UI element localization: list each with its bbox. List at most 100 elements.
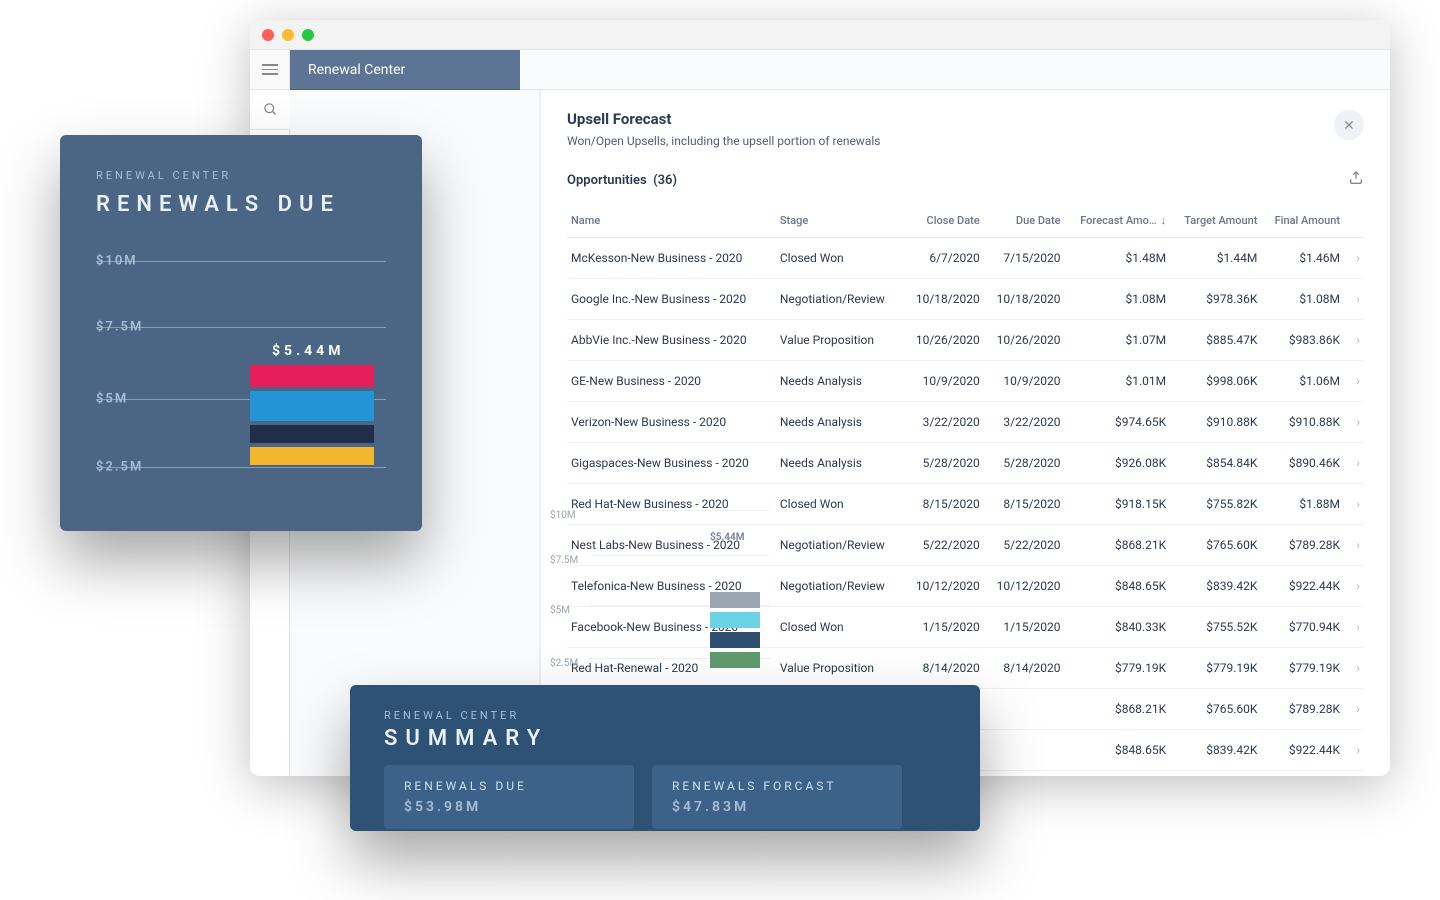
summary-card: RENEWAL CENTER SUMMARY RENEWALS DUE $53.… — [350, 685, 980, 831]
close-window-icon[interactable] — [262, 29, 274, 41]
cell-stage: Closed Won — [776, 607, 903, 648]
table-row[interactable]: GE-New Business - 2020Needs Analysis10/9… — [567, 361, 1364, 402]
rd-tick-5m: $5M — [96, 392, 128, 407]
cell-forecast: $1.08M — [1065, 279, 1171, 320]
search-button[interactable] — [250, 90, 290, 130]
row-expand-button[interactable]: › — [1344, 689, 1364, 730]
cell-due-date — [984, 730, 1065, 771]
cell-forecast: $926.08K — [1065, 443, 1171, 484]
cell-stage: Negotiation/Review — [776, 279, 903, 320]
cell-close-date: 5/22/2020 — [903, 525, 984, 566]
opportunities-header: Opportunities (36) — [567, 173, 677, 188]
cell-close-date: 8/14/2020 — [903, 648, 984, 689]
mini-tick-10m: $10M — [550, 510, 576, 521]
summary-eyebrow: RENEWAL CENTER — [384, 709, 946, 722]
row-expand-button[interactable]: › — [1344, 443, 1364, 484]
row-expand-button[interactable]: › — [1344, 730, 1364, 771]
sort-desc-icon: ↓ — [1161, 214, 1167, 227]
row-expand-button[interactable]: › — [1344, 607, 1364, 648]
cell-stage: Negotiation/Review — [776, 566, 903, 607]
row-expand-button[interactable]: › — [1344, 320, 1364, 361]
mini-tick-5m: $5M — [550, 605, 570, 616]
cell-due-date: 8/15/2020 — [984, 484, 1065, 525]
page-title: Renewal Center — [290, 50, 520, 90]
cell-forecast: $868.21K — [1065, 525, 1171, 566]
table-row[interactable]: Verizon-New Business - 2020Needs Analysi… — [567, 402, 1364, 443]
cell-due-date: 10/26/2020 — [984, 320, 1065, 361]
maximize-window-icon[interactable] — [302, 29, 314, 41]
col-due-date[interactable]: Due Date — [984, 204, 1065, 238]
table-row[interactable]: McKesson-New Business - 2020Closed Won6/… — [567, 238, 1364, 279]
row-expand-button[interactable]: › — [1344, 484, 1364, 525]
cell-target: $854.84K — [1170, 443, 1261, 484]
row-expand-button[interactable]: › — [1344, 238, 1364, 279]
toolbar-spacer — [520, 50, 1390, 90]
row-expand-button[interactable]: › — [1344, 648, 1364, 689]
cell-name: Google Inc.-New Business - 2020 — [567, 279, 776, 320]
cell-due-date: 1/15/2020 — [984, 607, 1065, 648]
cell-final: $922.44K — [1261, 730, 1344, 771]
cell-due-date: 10/9/2020 — [984, 361, 1065, 402]
summary-box-1-value: $53.98M — [404, 799, 614, 815]
rd-bar-segment — [250, 365, 374, 387]
cell-name: Verizon-New Business - 2020 — [567, 402, 776, 443]
cell-close-date: 10/9/2020 — [903, 361, 984, 402]
panel-title: Upsell Forecast — [567, 110, 880, 128]
col-target-amount[interactable]: Target Amount — [1170, 204, 1261, 238]
cell-final: $910.88K — [1261, 402, 1344, 443]
table-row[interactable]: AbbVie Inc.-New Business - 2020Value Pro… — [567, 320, 1364, 361]
row-expand-button[interactable]: › — [1344, 525, 1364, 566]
summary-box-renewals-forecast[interactable]: RENEWALS FORCAST $47.83M — [652, 765, 902, 829]
table-row[interactable]: Google Inc.-New Business - 2020Negotiati… — [567, 279, 1364, 320]
mini-bar-segment — [710, 632, 760, 648]
cell-target: $998.06K — [1170, 361, 1261, 402]
cell-due-date: 8/14/2020 — [984, 648, 1065, 689]
col-stage[interactable]: Stage — [776, 204, 903, 238]
table-header-row: Name Stage Close Date Due Date Forecast … — [567, 204, 1364, 238]
cell-target: $755.82K — [1170, 484, 1261, 525]
row-expand-button[interactable]: › — [1344, 402, 1364, 443]
cell-target: $765.60K — [1170, 689, 1261, 730]
minimize-window-icon[interactable] — [282, 29, 294, 41]
cell-due-date: 10/12/2020 — [984, 566, 1065, 607]
cell-stage: Needs Analysis — [776, 443, 903, 484]
cell-target: $779.19K — [1170, 648, 1261, 689]
row-expand-button[interactable]: › — [1344, 279, 1364, 320]
row-expand-button[interactable]: › — [1344, 566, 1364, 607]
rd-tick-10m: $10M — [96, 254, 138, 269]
cell-final: $1.88M — [1261, 484, 1344, 525]
cell-stage: Value Proposition — [776, 648, 903, 689]
menu-button[interactable] — [250, 50, 290, 90]
cell-due-date: 3/22/2020 — [984, 402, 1065, 443]
cell-target: $910.88K — [1170, 402, 1261, 443]
rd-bar-segment — [250, 391, 374, 421]
col-close-date[interactable]: Close Date — [903, 204, 984, 238]
cell-stage: Value Proposition — [776, 320, 903, 361]
hamburger-icon — [262, 64, 278, 75]
col-name[interactable]: Name — [567, 204, 776, 238]
cell-stage: Closed Won — [776, 484, 903, 525]
cell-stage: Needs Analysis — [776, 361, 903, 402]
close-panel-button[interactable] — [1334, 110, 1364, 140]
cell-final: $779.19K — [1261, 648, 1344, 689]
cell-final: $789.28K — [1261, 525, 1344, 566]
export-button[interactable] — [1348, 170, 1364, 190]
mini-renewals-chart: $5.44M $10M $7.5M $5M $2.5M — [550, 490, 770, 685]
mini-tick-7-5m: $7.5M — [550, 555, 578, 566]
renewals-due-card: RENEWAL CENTER RENEWALS DUE $10M $7.5M $… — [60, 135, 422, 531]
mac-titlebar — [250, 20, 1390, 50]
row-expand-button[interactable]: › — [1344, 361, 1364, 402]
col-final-amount[interactable]: Final Amount — [1261, 204, 1344, 238]
cell-final: $983.86K — [1261, 320, 1344, 361]
cell-forecast: $868.21K — [1065, 689, 1171, 730]
cell-close-date: 8/15/2020 — [903, 484, 984, 525]
mini-chart-callout: $5.44M — [710, 532, 744, 543]
cell-due-date: 5/22/2020 — [984, 525, 1065, 566]
cell-forecast: $848.65K — [1065, 566, 1171, 607]
summary-box-1-label: RENEWALS DUE — [404, 779, 614, 793]
cell-stage: Needs Analysis — [776, 402, 903, 443]
col-forecast-amount[interactable]: Forecast Amo…↓ — [1065, 204, 1171, 238]
cell-stage: Negotiation/Review — [776, 525, 903, 566]
summary-box-renewals-due[interactable]: RENEWALS DUE $53.98M — [384, 765, 634, 829]
table-row[interactable]: Gigaspaces-New Business - 2020Needs Anal… — [567, 443, 1364, 484]
